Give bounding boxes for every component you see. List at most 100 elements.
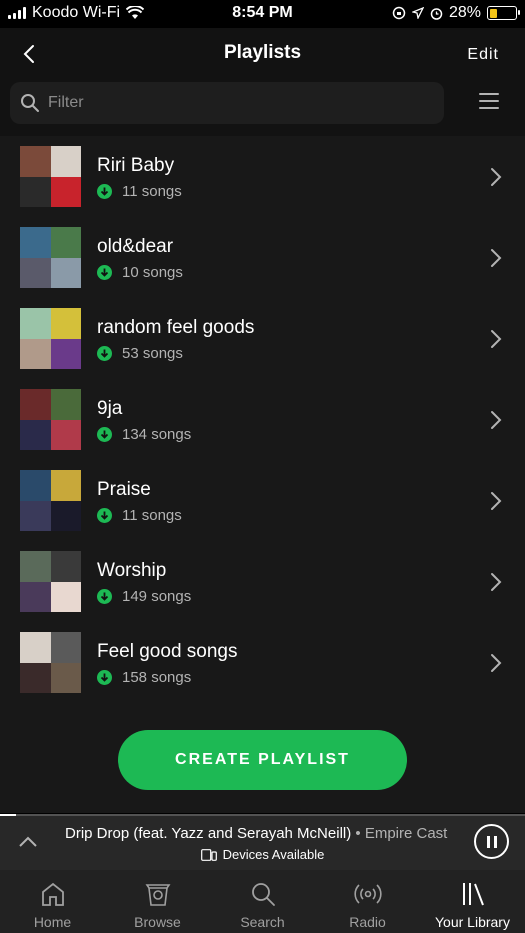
- track-separator: •: [351, 825, 365, 842]
- tab-search[interactable]: Search: [210, 870, 315, 933]
- alarm-icon: [430, 7, 443, 20]
- playlist-name: 9ja: [97, 398, 123, 419]
- chevron-right-icon: [491, 654, 502, 672]
- filter-row: [0, 80, 525, 136]
- chevron-right-icon: [491, 411, 502, 429]
- cover-tile: [20, 308, 51, 339]
- cover-tile: [20, 662, 51, 693]
- chevron-right-icon: [491, 492, 502, 510]
- cover-tile: [50, 419, 81, 450]
- tab-label: Browse: [134, 914, 181, 930]
- playlist-cover: [20, 389, 81, 450]
- track-name: Drip Drop (feat. Yazz and Serayah McNeil…: [65, 825, 352, 842]
- playlist-item[interactable]: random feel goods 53 songs: [0, 298, 525, 379]
- playlist-item[interactable]: old&dear 10 songs: [0, 217, 525, 298]
- playlist-name: Riri Baby: [97, 155, 175, 176]
- tab-radio[interactable]: Radio: [315, 870, 420, 933]
- page-title: Playlists: [223, 42, 302, 63]
- filter-box[interactable]: [10, 82, 444, 124]
- tab-label: Radio: [349, 914, 386, 930]
- downloaded-icon: [97, 265, 112, 280]
- tab-label: Search: [240, 914, 285, 930]
- playlist-meta: 134 songs: [97, 426, 191, 443]
- downloaded-icon: [97, 427, 112, 442]
- battery-percent: 28%: [448, 4, 481, 21]
- chevron-right-icon: [491, 249, 502, 267]
- now-playing-title: Drip Drop (feat. Yazz and Serayah McNeil…: [65, 825, 455, 842]
- tab-browse[interactable]: Browse: [105, 870, 210, 933]
- cover-tile: [50, 662, 81, 693]
- expand-player-icon[interactable]: [18, 834, 38, 848]
- header: Playlists Edit: [0, 28, 525, 80]
- playlist-cover: [20, 470, 81, 531]
- playlist-name: Praise: [97, 479, 151, 500]
- song-count: 53 songs: [122, 345, 183, 362]
- devices-available[interactable]: Devices Available: [0, 847, 525, 862]
- downloaded-icon: [97, 670, 112, 685]
- song-count: 11 songs: [122, 507, 182, 524]
- cover-tile: [20, 227, 51, 258]
- playlist-name: old&dear: [97, 236, 174, 257]
- cover-tile: [20, 500, 51, 531]
- playlist-item[interactable]: Riri Baby 11 songs: [0, 136, 525, 217]
- filter-input[interactable]: [48, 94, 408, 112]
- cover-tile: [50, 146, 81, 177]
- playlist-cover: [20, 227, 81, 288]
- playback-progress: [0, 814, 525, 816]
- cover-tile: [20, 632, 51, 663]
- sort-menu-icon[interactable]: [479, 93, 499, 109]
- song-count: 11 songs: [122, 183, 182, 200]
- tab-home[interactable]: Home: [0, 870, 105, 933]
- devices-icon: [200, 848, 217, 861]
- tab-bar: Home Browse Search Radio Your Library: [0, 870, 525, 933]
- cover-tile: [50, 176, 81, 207]
- location-icon: [411, 7, 424, 19]
- cover-tile: [50, 257, 81, 288]
- song-count: 158 songs: [122, 669, 192, 686]
- playlist-item[interactable]: 9ja 134 songs: [0, 379, 525, 460]
- tab-your-library[interactable]: Your Library: [420, 870, 525, 933]
- cover-tile: [50, 581, 81, 612]
- battery-icon: [487, 6, 520, 20]
- cover-tile: [20, 470, 51, 501]
- playlist-name: random feel goods: [97, 317, 255, 338]
- downloaded-icon: [97, 184, 112, 199]
- playlist-meta: 11 songs: [97, 507, 182, 524]
- cover-tile: [20, 551, 51, 582]
- playlist-cover: [20, 308, 81, 369]
- library-icon: [462, 883, 484, 906]
- cover-tile: [50, 551, 81, 582]
- playlist-name: Worship: [97, 560, 167, 581]
- create-playlist-button[interactable]: CREATE PLAYLIST: [118, 730, 407, 790]
- cover-tile: [20, 176, 51, 207]
- playlist-meta: 53 songs: [97, 345, 183, 362]
- radio-icon: [353, 884, 382, 904]
- tab-label: Home: [33, 914, 72, 930]
- song-count: 10 songs: [122, 264, 183, 281]
- browse-icon: [145, 884, 170, 906]
- downloaded-icon: [97, 346, 112, 361]
- rotation-lock-icon: [392, 6, 406, 20]
- track-artist: Empire Cast: [364, 825, 448, 842]
- cover-tile: [50, 389, 81, 420]
- playlist-cover: [20, 146, 81, 207]
- now-playing-bar[interactable]: Drip Drop (feat. Yazz and Serayah McNeil…: [0, 813, 525, 870]
- cover-tile: [50, 500, 81, 531]
- search-icon: [251, 883, 275, 906]
- cover-tile: [20, 257, 51, 288]
- devices-label: Devices Available: [222, 847, 325, 862]
- playlist-meta: 149 songs: [97, 588, 191, 605]
- playlist-item[interactable]: Worship 149 songs: [0, 541, 525, 622]
- cover-tile: [20, 419, 51, 450]
- pause-button[interactable]: [474, 824, 509, 859]
- song-count: 149 songs: [122, 588, 192, 605]
- tab-label: Your Library: [435, 914, 510, 930]
- edit-button[interactable]: Edit: [467, 46, 499, 64]
- cover-tile: [20, 338, 51, 369]
- home-icon: [41, 882, 64, 906]
- song-count: 134 songs: [122, 426, 192, 443]
- playlist-cover: [20, 632, 81, 693]
- cover-tile: [20, 146, 51, 177]
- playlist-item[interactable]: Praise 11 songs: [0, 460, 525, 541]
- playlist-item[interactable]: Feel good songs 158 songs: [0, 622, 525, 703]
